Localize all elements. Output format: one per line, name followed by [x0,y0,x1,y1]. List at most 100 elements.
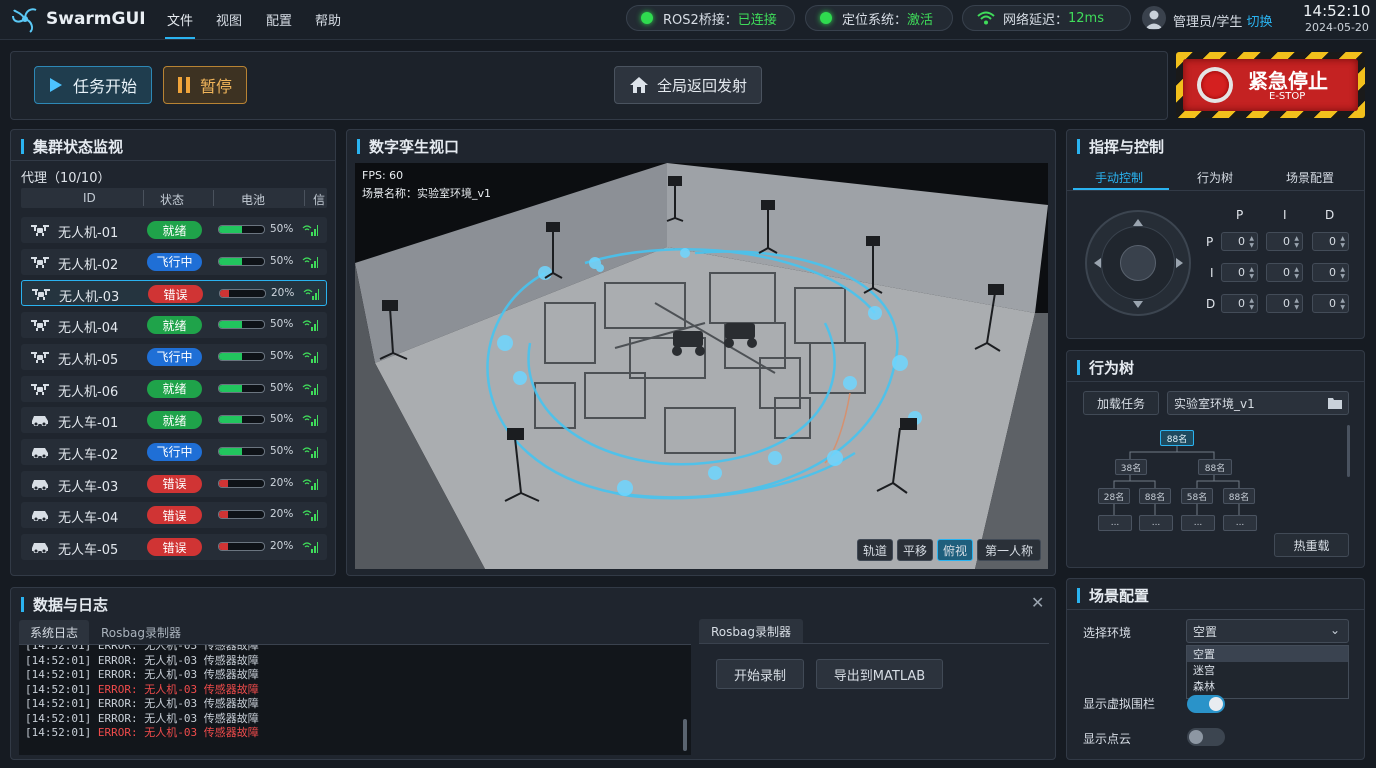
pause-button[interactable]: 暂停 [163,66,247,104]
arrow-right-icon[interactable] [1176,258,1183,268]
view-fpv-button[interactable]: 第一人称 [977,539,1041,561]
home-label: 全局返回发射 [656,76,747,95]
spinner-icon[interactable]: ▲ ▼ [1340,235,1345,249]
spinner-icon[interactable]: ▲ ▼ [1249,297,1254,311]
bt-node-more[interactable]: ... [1139,515,1173,531]
table-row[interactable]: 无人机-02 飞行中 50% [21,248,327,275]
bt-node-more[interactable]: ... [1223,515,1257,531]
bt-node-leaf[interactable]: 28名 [1098,488,1130,504]
export-matlab-button[interactable]: 导出到MATLAB [816,659,943,689]
pid-input[interactable]: 0 ▲ ▼ [1312,294,1349,313]
table-row[interactable]: 无人机-04 就绪 50% [21,312,327,339]
arrow-left-icon[interactable] [1094,258,1101,268]
menu-file[interactable]: 文件 [167,10,193,29]
pointcloud-toggle[interactable] [1187,728,1225,746]
view-top-button[interactable]: 俯视 [937,539,973,561]
log-time: [14:52:01] [25,645,92,652]
view-orbit-button[interactable]: 轨道 [857,539,893,561]
tab-scene-config[interactable]: 场景配置 [1286,169,1334,186]
bt-node-more[interactable]: ... [1098,515,1132,531]
log-time: [14:52:01] [25,711,92,725]
spinner-icon[interactable]: ▲ ▼ [1249,266,1254,280]
rosbag-tab[interactable]: Rosbag录制器 [699,619,803,643]
tab-system-log[interactable]: 系统日志 [19,620,89,644]
hot-reload-button[interactable]: 热重载 [1274,533,1349,557]
start-recording-button[interactable]: 开始录制 [716,659,804,689]
header-status: 状态 [160,193,185,207]
emergency-stop-button[interactable]: 紧急停止 E-STOP [1176,52,1365,118]
battery-bar [218,383,265,393]
pid-input[interactable]: 0 ▲ ▼ [1266,232,1303,251]
bt-node-leaf[interactable]: 88名 [1139,488,1171,504]
fence-toggle[interactable] [1187,695,1225,713]
battery-fill [219,511,228,519]
spinner-icon[interactable]: ▲ ▼ [1294,235,1299,249]
log-scrollbar[interactable] [683,719,687,751]
table-row[interactable]: 无人车-04 错误 20% [21,502,327,529]
table-row[interactable]: 无人机-01 就绪 50% [21,217,327,243]
twin-viewport[interactable]: FPS: 60 场景名称：实验室环境_v1 轨道 平移 俯视 第一人称 [355,163,1048,569]
env-select[interactable]: 空置 ⌄ [1186,619,1349,643]
log-text: ERROR: 无人机-03 传感器故障 [97,653,259,667]
tab-divider [1067,190,1364,191]
tab-behavior-tree[interactable]: 行为树 [1197,169,1233,186]
pid-input[interactable]: 0 ▲ ▼ [1266,294,1303,313]
table-row[interactable]: 无人车-01 就绪 50% [21,407,327,434]
pid-input[interactable]: 0 ▲ ▼ [1221,263,1258,282]
car-icon [31,541,49,554]
table-row[interactable]: 无人机-06 就绪 50% [21,375,327,402]
view-pan-button[interactable]: 平移 [897,539,933,561]
table-row[interactable]: 无人车-02 飞行中 50% [21,438,327,465]
spinner-icon[interactable]: ▲ ▼ [1340,297,1345,311]
arrow-up-icon[interactable] [1133,219,1143,226]
start-mission-button[interactable]: 任务开始 [34,66,152,104]
spinner-icon[interactable]: ▲ ▼ [1294,266,1299,280]
signal-icon [303,287,319,301]
bt-node-root[interactable]: 88名 [1160,430,1194,446]
table-row[interactable]: 无人机-05 飞行中 50% [21,343,327,370]
agent-name: 无人机-02 [58,257,119,273]
net-value: 12ms [1068,10,1104,26]
menu-config[interactable]: 配置 [266,10,292,29]
bt-node-leaf[interactable]: 58名 [1181,488,1213,504]
bt-node-more[interactable]: ... [1181,515,1215,531]
status-badge: 飞行中 [147,442,202,461]
pid-input[interactable]: 0 ▲ ▼ [1221,294,1258,313]
table-row[interactable]: 无人机-03 错误 20% [21,280,327,307]
clock-date: 2024-05-20 [1305,21,1369,34]
battery-bar [218,415,265,425]
pid-input[interactable]: 0 ▲ ▼ [1312,232,1349,251]
battery-bar [219,289,266,299]
switch-role-link[interactable]: 切换 [1247,15,1273,30]
pid-input[interactable]: 0 ▲ ▼ [1312,263,1349,282]
spinner-icon[interactable]: ▲ ▼ [1249,235,1254,249]
menu-help[interactable]: 帮助 [315,10,341,29]
return-home-button[interactable]: 全局返回发射 [614,66,762,104]
env-option-forest[interactable]: 森林 [1187,678,1348,694]
pid-col-header: I [1283,208,1287,222]
joystick[interactable] [1085,210,1191,316]
spinner-icon[interactable]: ▲ ▼ [1340,266,1345,280]
spinner-icon[interactable]: ▲ ▼ [1294,297,1299,311]
env-option-empty[interactable]: 空置 [1187,646,1348,662]
user-avatar-icon[interactable] [1142,6,1166,30]
pid-value: 0 [1283,235,1290,248]
close-icon[interactable]: ✕ [1031,593,1044,612]
bt-node-left[interactable]: 38名 [1115,459,1147,475]
table-row[interactable]: 无人车-03 错误 20% [21,470,327,497]
log-console[interactable]: [14:52:01] ERROR: 无人机-03 传感器故障 [14:52:01]… [19,645,691,755]
battery-fill [219,416,242,424]
bt-node-right[interactable]: 88名 [1198,459,1232,475]
arrow-down-icon[interactable] [1133,301,1143,308]
menu-view[interactable]: 视图 [216,10,242,29]
table-row[interactable]: 无人车-05 错误 20% [21,534,327,560]
pid-value: 0 [1238,235,1245,248]
tab-rosbag[interactable]: Rosbag录制器 [101,624,181,641]
joystick-knob[interactable] [1120,245,1156,281]
pid-input[interactable]: 0 ▲ ▼ [1221,232,1258,251]
battery-fill [219,479,228,487]
tab-manual[interactable]: 手动控制 [1095,169,1143,186]
env-option-maze[interactable]: 迷宫 [1187,662,1348,678]
pid-input[interactable]: 0 ▲ ▼ [1266,263,1303,282]
bt-node-leaf[interactable]: 88名 [1223,488,1255,504]
